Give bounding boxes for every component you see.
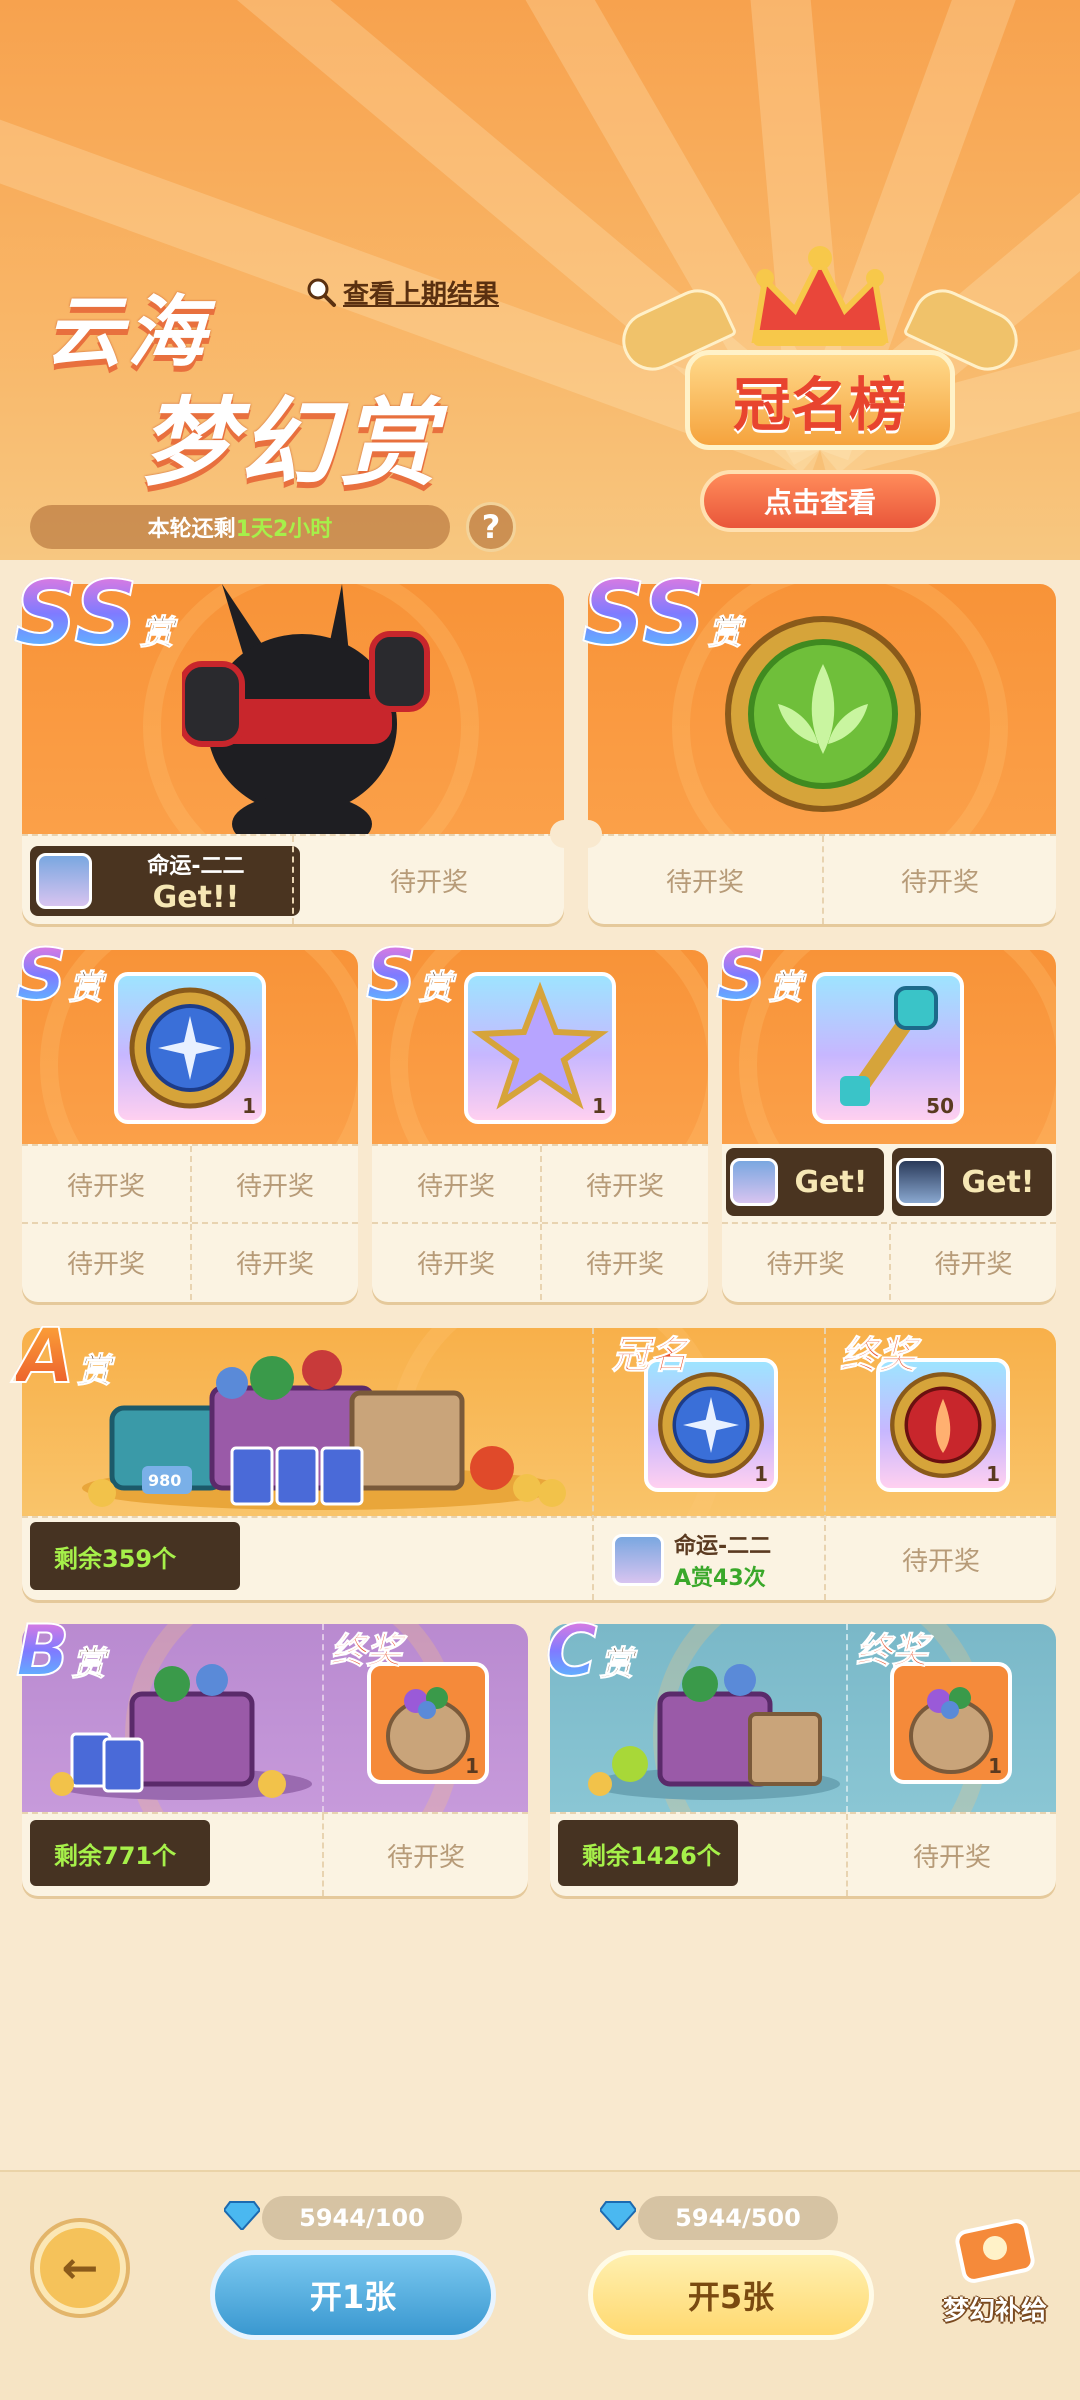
treasure-pile-icon: 980 bbox=[82, 1350, 566, 1510]
final-prize-item[interactable]: 1 bbox=[876, 1358, 1010, 1492]
pending-slot: 待开奖 bbox=[540, 1224, 708, 1300]
pending-slot: 待开奖 bbox=[901, 1546, 980, 1577]
help-icon: ? bbox=[481, 508, 501, 546]
pending-slot: 待开奖 bbox=[889, 1224, 1056, 1300]
item-count: 1 bbox=[988, 1754, 1002, 1778]
a-remaining: 剩余359个 bbox=[30, 1522, 240, 1590]
title-label: 冠名 bbox=[611, 1333, 689, 1377]
item-count: 50 bbox=[926, 1094, 954, 1118]
b-tier-label: B赏 bbox=[15, 1610, 106, 1692]
pending-slot: 待开奖 bbox=[416, 1171, 495, 1202]
blue-gear-icon bbox=[129, 987, 251, 1109]
winner-badge: Get! bbox=[892, 1148, 1052, 1216]
help-button[interactable]: ? bbox=[466, 502, 516, 552]
pending-slot: 待开奖 bbox=[66, 1249, 145, 1280]
pending-slot: 待开奖 bbox=[416, 1249, 495, 1280]
c-tier-label: C赏 bbox=[545, 1610, 634, 1692]
b-remaining: 剩余771个 bbox=[30, 1820, 210, 1886]
round-timer: 本轮还剩 1天2小时 bbox=[30, 505, 450, 549]
diamond-icon bbox=[600, 2201, 636, 2230]
prev-results-label: 查看上期结果 bbox=[343, 279, 500, 310]
winner-name: 命运-二二 bbox=[147, 853, 245, 879]
pending-slot: 待开奖 bbox=[190, 1146, 358, 1222]
timer-value: 1天2小时 bbox=[235, 517, 333, 542]
item-count: 1 bbox=[592, 1094, 606, 1118]
pending-slot: 待开奖 bbox=[322, 1814, 528, 1896]
prize-item[interactable]: 1 bbox=[464, 972, 616, 1124]
diamond-icon bbox=[224, 2201, 260, 2230]
title-holder-name: 命运-二二 bbox=[674, 1534, 772, 1559]
title-holder-stat: A赏43次 bbox=[674, 1566, 766, 1591]
winner-badge: Get! bbox=[726, 1148, 884, 1216]
c-final-item[interactable]: 1 bbox=[890, 1662, 1012, 1784]
logo-line2: 梦幻赏 bbox=[140, 387, 440, 499]
character-icon bbox=[182, 584, 430, 834]
gem-count-1: 5944/100 bbox=[262, 2196, 462, 2240]
supply-label: 梦幻补给 bbox=[942, 2296, 1047, 2326]
c-remaining: 剩余1426个 bbox=[558, 1820, 738, 1886]
pile-value-label: 980 bbox=[148, 1471, 181, 1490]
timer-prefix: 本轮还剩 bbox=[147, 517, 236, 542]
b-final-label: 终奖 bbox=[329, 1631, 403, 1672]
prize-item[interactable]: 1 bbox=[114, 972, 266, 1124]
pending-slot: 待开奖 bbox=[66, 1171, 145, 1202]
item-count: 1 bbox=[242, 1094, 256, 1118]
ss-winner-badge: 命运-二二 Get!! bbox=[30, 846, 300, 916]
ss-tier-label: SS赏 bbox=[13, 562, 174, 665]
pending-slot: 待开奖 bbox=[822, 836, 1056, 924]
avatar bbox=[612, 1534, 664, 1586]
s-tier-label-3: S赏 bbox=[715, 934, 803, 1016]
a-tier-label: A赏 bbox=[15, 1311, 111, 1400]
back-button[interactable]: ← bbox=[34, 2222, 126, 2314]
avatar bbox=[896, 1158, 944, 1206]
prize-item[interactable]: 50 bbox=[812, 972, 964, 1124]
event-header: 云海 梦幻赏 查看上期结果 本轮还剩 1天2小时 ? 冠名榜 点击查看 bbox=[0, 0, 1080, 560]
item-count: 1 bbox=[986, 1462, 1000, 1486]
footer-bar bbox=[0, 2170, 1080, 2400]
ranking-view-button[interactable]: 点击查看 bbox=[700, 470, 940, 532]
b-final-item[interactable]: 1 bbox=[367, 1662, 489, 1784]
item-count: 1 bbox=[754, 1462, 768, 1486]
c-final-label: 终奖 bbox=[855, 1631, 929, 1672]
pending-slot: 待开奖 bbox=[766, 1249, 845, 1280]
s-tier-label-1: S赏 bbox=[15, 934, 103, 1016]
back-arrow-icon: ← bbox=[61, 2242, 99, 2294]
open-5-button[interactable]: 开5张 bbox=[588, 2250, 874, 2340]
pending-slot: 待开奖 bbox=[665, 867, 744, 898]
supply-icon bbox=[955, 2219, 1035, 2283]
pending-slot: 待开奖 bbox=[540, 1146, 708, 1222]
open-1-button[interactable]: 开1张 bbox=[210, 2250, 496, 2340]
star-icon bbox=[471, 981, 609, 1110]
ranking-panel[interactable]: 冠名榜 点击查看 bbox=[612, 240, 1028, 550]
title-holder: 命运-二二 A赏43次 bbox=[612, 1528, 771, 1592]
winner-tag: Get!! bbox=[152, 879, 240, 915]
pending-slot: 待开奖 bbox=[190, 1224, 358, 1300]
prev-results-link[interactable]: 查看上期结果 bbox=[305, 272, 515, 312]
pending-slot: 待开奖 bbox=[292, 836, 564, 924]
pending-slot: 待开奖 bbox=[846, 1814, 1056, 1896]
avatar bbox=[730, 1158, 778, 1206]
search-icon bbox=[307, 278, 336, 307]
s-tier-label-2: S赏 bbox=[365, 934, 453, 1016]
gem-count-5: 5944/500 bbox=[638, 2196, 838, 2240]
supply-button[interactable]: 梦幻补给 bbox=[930, 2206, 1060, 2336]
ss-tier-label-2: SS赏 bbox=[581, 562, 742, 665]
a-final-label: 终奖 bbox=[839, 1333, 917, 1377]
title-prize-item[interactable]: 1 bbox=[644, 1358, 778, 1492]
avatar bbox=[36, 853, 92, 909]
ranking-title: 冠名榜 bbox=[685, 350, 955, 450]
crown-icon bbox=[751, 246, 889, 346]
item-count: 1 bbox=[465, 1754, 479, 1778]
emerald-gear-icon bbox=[725, 616, 921, 812]
